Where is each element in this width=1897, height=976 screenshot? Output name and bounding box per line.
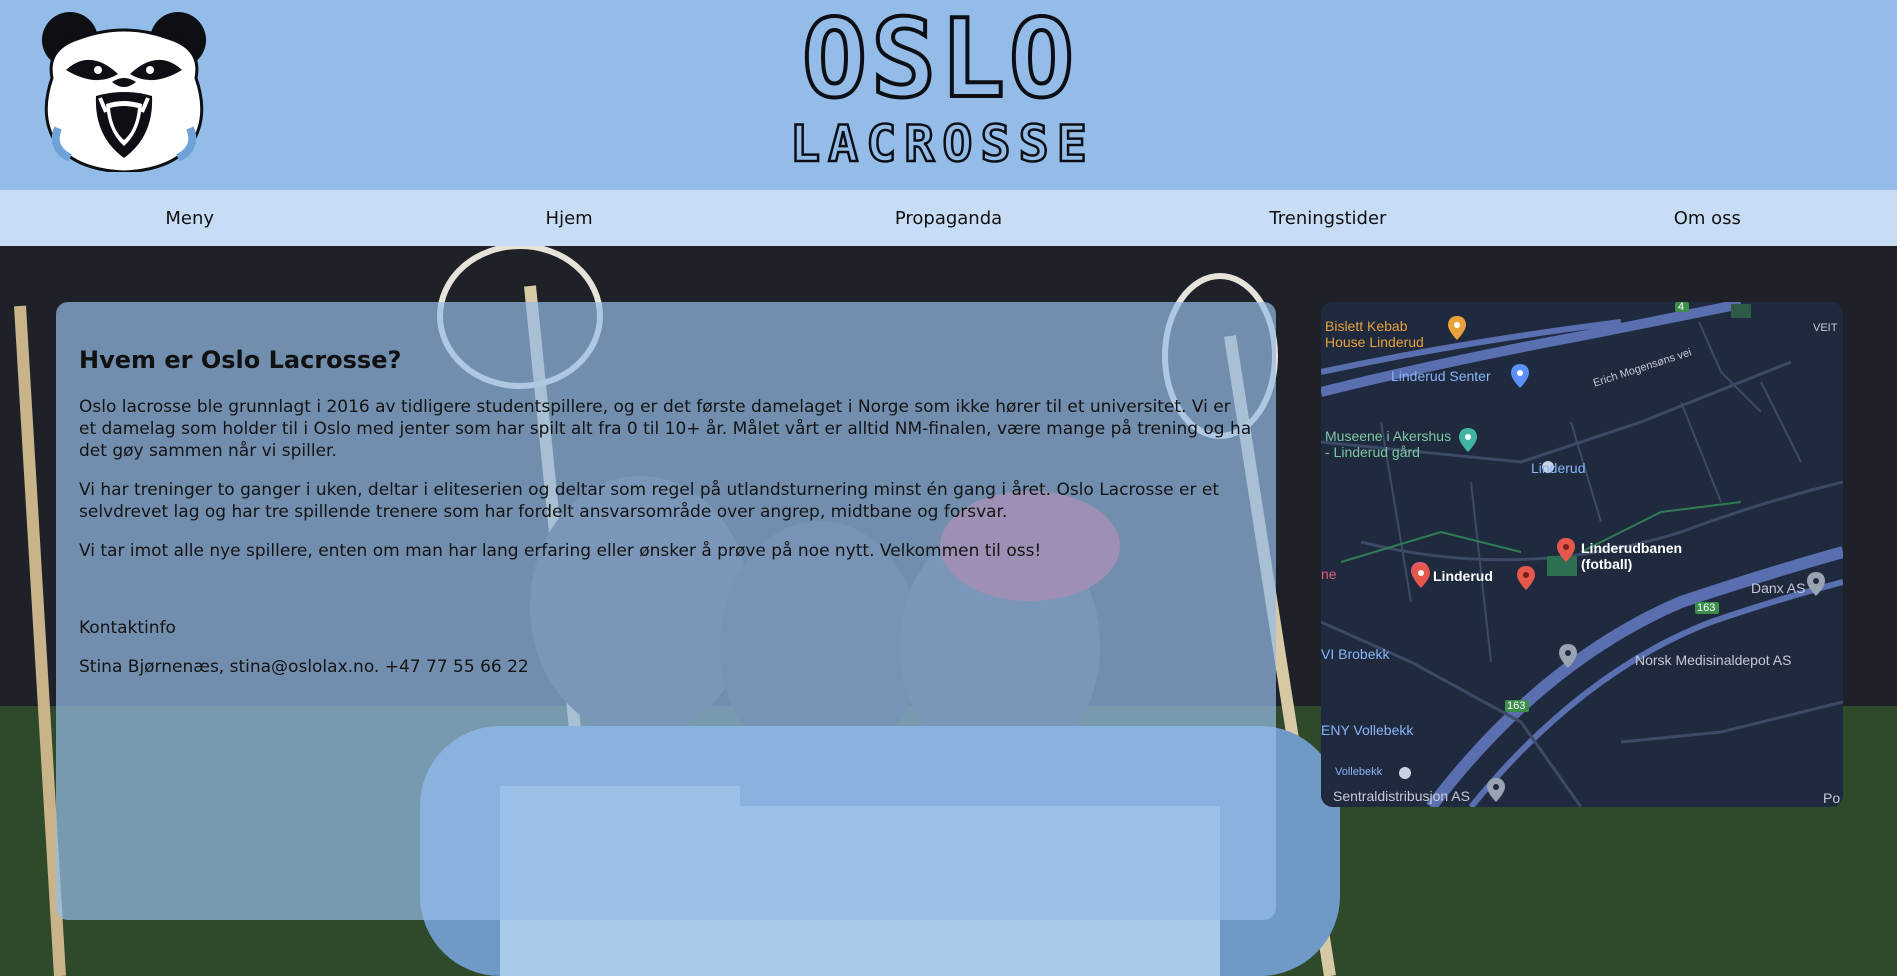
map-label-senter: Linderud Senter	[1391, 368, 1491, 384]
contact-line[interactable]: Stina Bjørnenæs, stina@oslolax.no. +47 7…	[79, 656, 1252, 678]
location-map[interactable]: Bislett Kebab House Linderud Linderud Se…	[1321, 302, 1843, 807]
map-pin-icon[interactable]	[1807, 572, 1825, 596]
map-pin-icon[interactable]	[1517, 566, 1535, 590]
map-pin-icon[interactable]	[1557, 538, 1575, 562]
about-panel: Hvem er Oslo Lacrosse? Oslo lacrosse ble…	[56, 302, 1276, 920]
about-title: Hvem er Oslo Lacrosse?	[79, 346, 402, 374]
map-label-linderudbanen-2: (fotball)	[1581, 556, 1633, 572]
map-label-po: Po	[1823, 790, 1841, 806]
nav-home[interactable]: Hjem	[379, 190, 758, 246]
restaurant-icon[interactable]	[1448, 316, 1466, 340]
map-label-bislett-2: House Linderud	[1325, 334, 1424, 350]
map-label-linderud: Linderud	[1433, 568, 1493, 584]
map-label-veit: VEIT	[1813, 322, 1838, 334]
brand-subtitle: LACROSSE	[789, 115, 1095, 174]
road-shield-163-b: 163	[1507, 700, 1526, 712]
map-label-bislett: Bislett Kebab	[1325, 318, 1408, 334]
nav-menu[interactable]: Meny	[0, 190, 379, 246]
about-paragraph-2: Vi har treninger to ganger i uken, delta…	[79, 480, 1220, 522]
map-label-sentral: Sentraldistribusjon AS	[1333, 788, 1470, 804]
shop-icon[interactable]	[1511, 364, 1529, 388]
map-pin-icon[interactable]	[1559, 644, 1577, 668]
train-station-icon[interactable]	[1398, 766, 1412, 780]
contact-heading: Kontaktinfo	[79, 618, 176, 638]
museum-icon[interactable]	[1459, 428, 1477, 452]
main-nav: Meny Hjem Propaganda Treningstider Om os…	[0, 190, 1897, 246]
brand-title: OSLO	[800, 0, 1079, 122]
map-pin-icon[interactable]	[1412, 564, 1430, 588]
about-paragraph-1: Oslo lacrosse ble grunnlagt i 2016 av ti…	[79, 397, 1252, 461]
panda-logo[interactable]	[40, 8, 208, 174]
about-paragraph-3: Vi tar imot alle nye spillere, enten om …	[79, 541, 1042, 561]
map-label-station: Linderud	[1531, 460, 1586, 476]
nav-training-times[interactable]: Treningstider	[1138, 190, 1517, 246]
map-label-norsk: Norsk Medisinaldepot AS	[1635, 652, 1792, 668]
nav-about[interactable]: Om oss	[1518, 190, 1897, 246]
map-label-brobekk: VI Brobekk	[1321, 646, 1390, 662]
map-label-museum-2: - Linderud gård	[1325, 444, 1420, 460]
map-pin-icon[interactable]	[1487, 778, 1505, 802]
map-label-eny: ENY Vollebekk	[1321, 722, 1414, 738]
map-label-linderudbanen: Linderudbanen	[1581, 540, 1683, 556]
map-label-ne: ne	[1321, 566, 1337, 582]
road-shield-163-a: 163	[1697, 602, 1716, 614]
road-shield-4: 4	[1678, 302, 1685, 313]
map-label-vollebekk: Vollebekk	[1335, 766, 1383, 778]
nav-propaganda[interactable]: Propaganda	[759, 190, 1138, 246]
map-label-danx: Danx AS	[1751, 580, 1806, 596]
brand-wordmark[interactable]: OSLO LACROSSE	[789, 0, 1095, 176]
map-label-museum: Museene i Akershus	[1325, 428, 1452, 444]
site-header: OSLO LACROSSE	[0, 0, 1897, 190]
